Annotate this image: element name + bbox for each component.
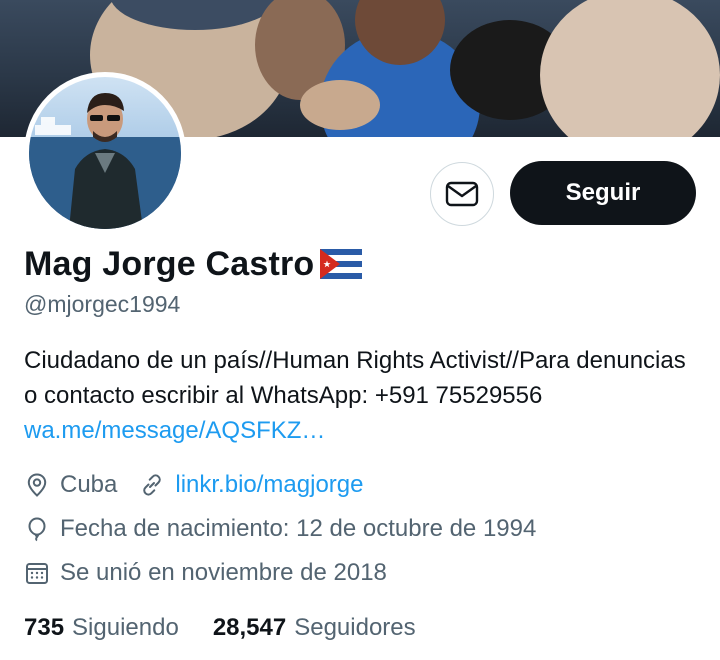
followers-link[interactable]: 28,547 Seguidores <box>213 614 416 642</box>
profile-meta-joined-row: Se unió en noviembre de 2018 <box>24 559 387 587</box>
location-pin-icon <box>24 472 50 498</box>
followers-count: 28,547 <box>212 614 287 641</box>
following-count: 735 <box>24 614 65 641</box>
following-label: Siguiendo <box>72 614 179 641</box>
profile-meta-birthday-row: Fecha de nacimiento: 12 de octubre de 19… <box>24 515 536 543</box>
profile-location: Cuba <box>60 471 118 498</box>
profile-joined: Se unió en noviembre de 2018 <box>60 559 387 586</box>
profile-meta-location-row: Cuba linkr.bio/magjorge <box>24 471 363 499</box>
follow-button[interactable]: Seguir <box>510 161 696 225</box>
avatar[interactable] <box>24 72 186 234</box>
followers-label: Seguidores <box>294 614 416 641</box>
envelope-icon <box>445 181 479 207</box>
calendar-icon <box>24 560 50 586</box>
banner-shape <box>540 0 720 137</box>
profile-name-row: Mag Jorge Castro <box>24 242 363 286</box>
profile-handle: @mjorgec1994 <box>24 291 181 317</box>
following-link[interactable]: 735 Siguiendo <box>24 614 179 642</box>
cuba-flag-icon <box>320 249 363 279</box>
profile-bio: Ciudadano de un país//Human Rights Activ… <box>24 343 696 448</box>
bio-link[interactable]: wa.me/message/AQSFKZ… <box>24 417 325 444</box>
message-button[interactable] <box>430 162 494 226</box>
profile-name: Mag Jorge Castro <box>24 244 315 283</box>
avatar-illustration <box>29 93 181 229</box>
bio-text: Ciudadano de un país//Human Rights Activ… <box>24 347 686 409</box>
profile-stats: 735 Siguiendo 28,547 Seguidores <box>24 614 416 642</box>
avatar-image <box>29 77 181 229</box>
link-icon <box>139 472 165 498</box>
banner-shape <box>300 80 380 130</box>
profile-website-link[interactable]: linkr.bio/magjorge <box>175 471 363 499</box>
balloon-icon <box>24 516 50 542</box>
profile-birthday: Fecha de nacimiento: 12 de octubre de 19… <box>60 515 537 542</box>
